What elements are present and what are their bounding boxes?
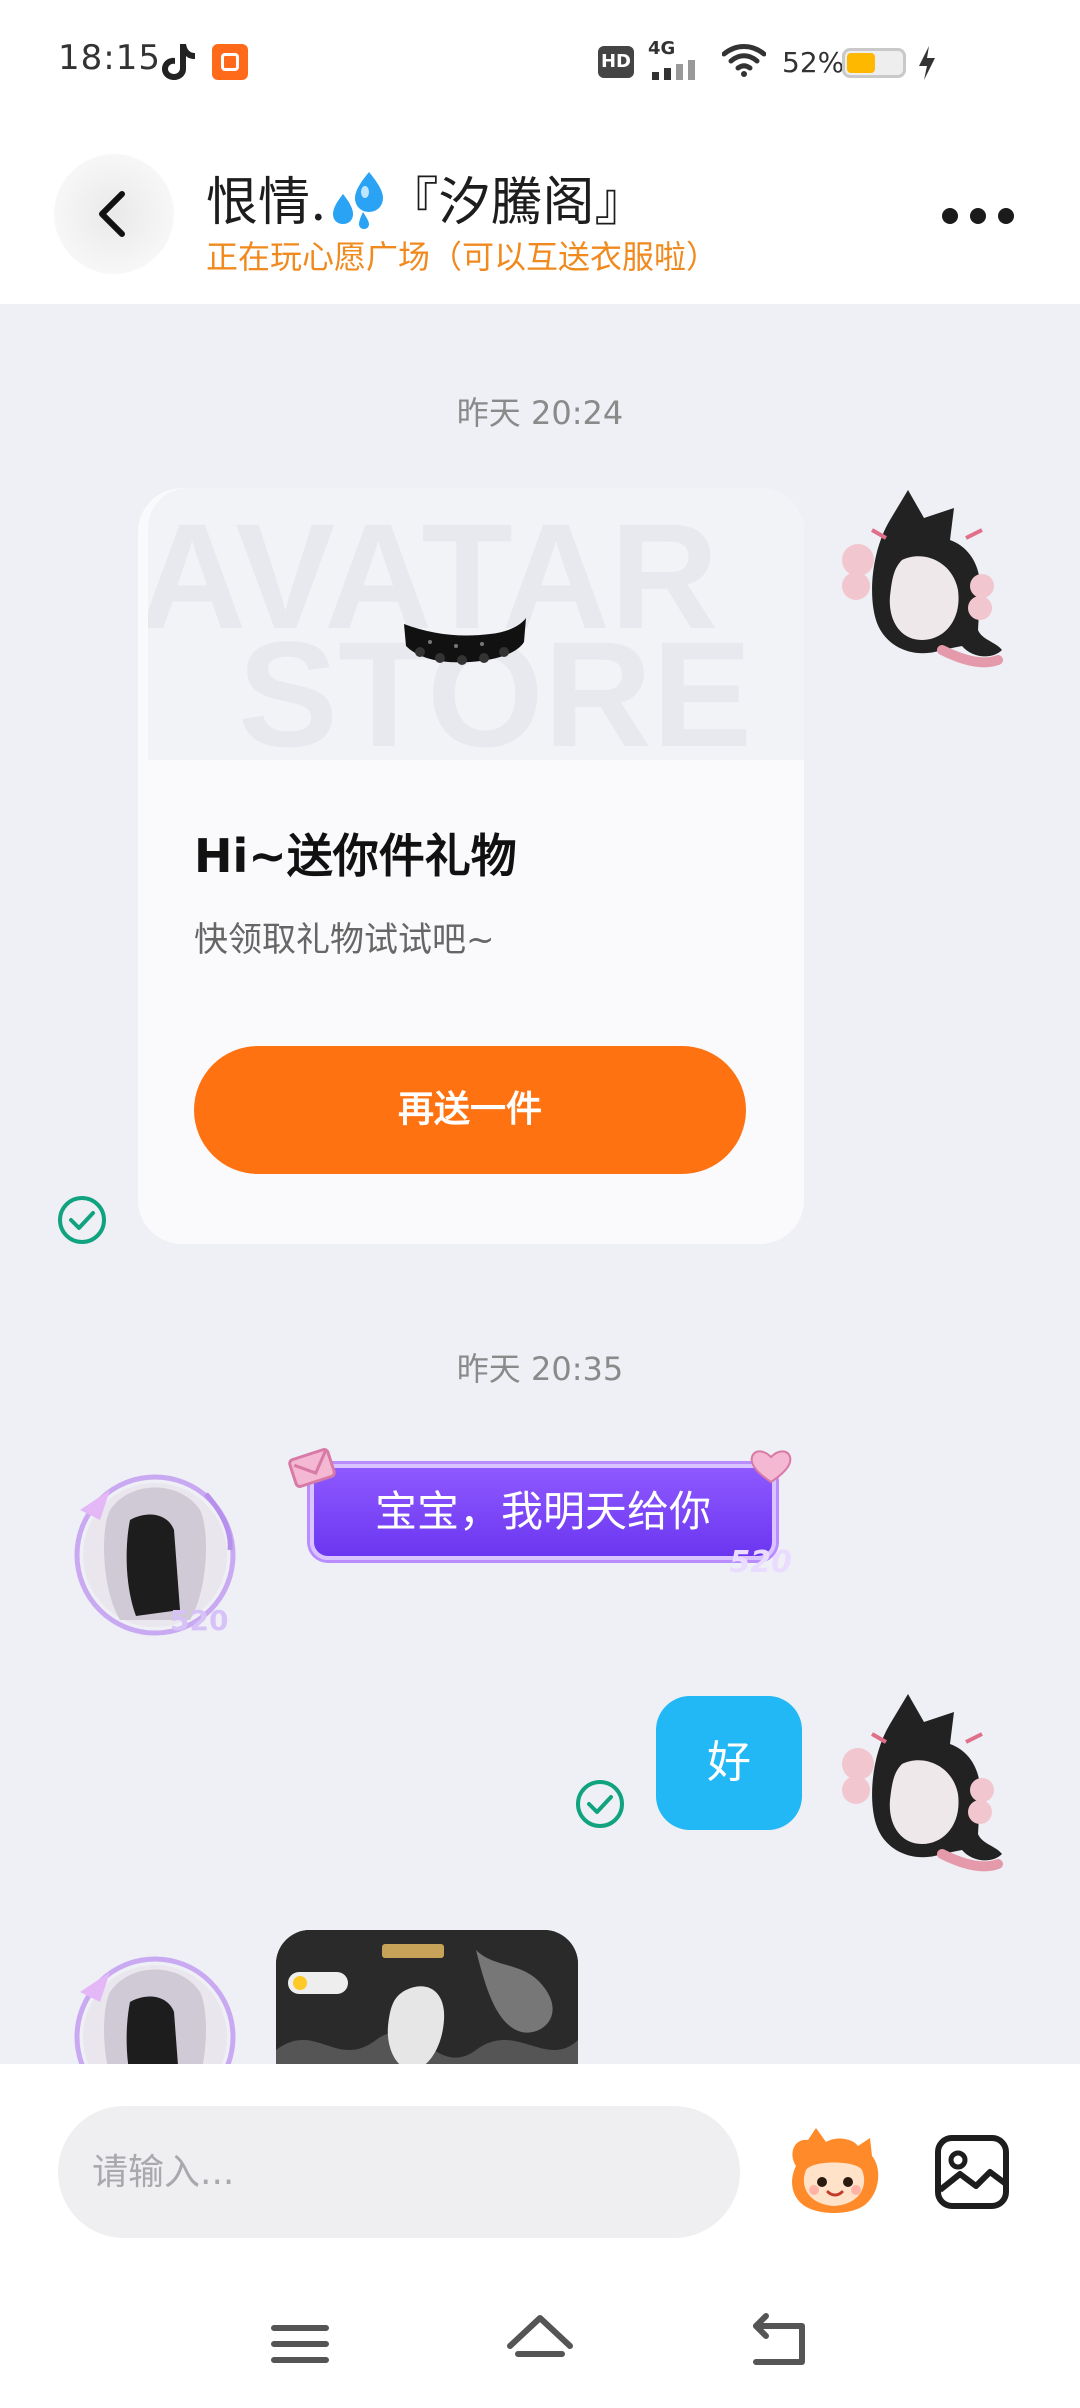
chevron-left-icon [99, 191, 125, 237]
message-input-bar [0, 2064, 1080, 2284]
envelope-decoration-icon [288, 1448, 336, 1488]
read-check-icon [576, 1780, 624, 1828]
incoming-message-text: 宝宝，我明天给你 [310, 1464, 776, 1560]
message-timestamp: 昨天 20:35 [456, 1350, 624, 1388]
signal-icon [652, 60, 695, 80]
more-dot-icon [970, 208, 986, 224]
status-bar: 18:15 HD 4G 52% [0, 0, 1080, 120]
contact-status: 正在玩心愿广场（可以互送衣服啦） [206, 238, 719, 276]
contact-avatar[interactable] [70, 1952, 240, 2064]
game-screenshot-image [276, 1930, 578, 2064]
message-list[interactable]: 昨天 20:24 AVATAR STORE Hi~送你件礼物 快领取礼物试试吧~… [0, 304, 1080, 2064]
image-message[interactable] [276, 1930, 578, 2064]
menu-icon[interactable] [260, 2304, 340, 2384]
read-check-icon [58, 1196, 106, 1244]
charging-icon [919, 46, 935, 80]
heart-decoration-icon [750, 1450, 792, 1484]
app-notification-icon [212, 44, 248, 80]
avatar-frame-tag: 520 [170, 1604, 228, 1637]
battery-icon [842, 48, 906, 78]
sweat-drops-icon [332, 172, 383, 229]
message-input[interactable] [58, 2106, 740, 2238]
more-dot-icon [942, 208, 958, 224]
self-avatar[interactable] [832, 1694, 1010, 1872]
network-type: 4G [648, 38, 676, 59]
status-time: 18:15 [58, 38, 161, 78]
emoji-sticker-button[interactable] [782, 2126, 886, 2218]
hd-icon: HD [598, 46, 634, 78]
message-timestamp: 昨天 20:24 [456, 394, 624, 432]
contact-avatar[interactable]: 520 [70, 1470, 240, 1640]
back-button[interactable] [54, 154, 174, 274]
tiktok-icon [162, 44, 195, 80]
wifi-icon [722, 44, 766, 77]
send-another-gift-button[interactable]: 再送一件 [194, 1046, 746, 1174]
back-nav-icon[interactable] [740, 2304, 820, 2384]
chat-title: 恨情. 『汐騰阁』 [206, 160, 647, 235]
home-icon[interactable] [500, 2304, 580, 2384]
battery-fill [847, 53, 875, 73]
outgoing-message[interactable]: 好 [656, 1696, 802, 1830]
lace-choker-icon [404, 618, 526, 665]
battery-percent: 52% [782, 46, 845, 79]
contact-name: 恨情. [206, 173, 327, 233]
incoming-message[interactable]: 宝宝，我明天给你 520 [284, 1444, 796, 1580]
image-picker-button[interactable] [932, 2132, 1012, 2212]
gift-banner: AVATAR STORE [148, 488, 804, 760]
contact-group-tag: 『汐騰阁』 [386, 173, 647, 233]
more-options-button[interactable] [938, 194, 1018, 234]
gift-description: 快领取礼物试试吧~ [194, 920, 495, 960]
bubble-frame-tag: 520 [729, 1545, 792, 1580]
system-navigation-bar [0, 2284, 1080, 2408]
chat-header: 恨情. 『汐騰阁』 正在玩心愿广场（可以互送衣服啦） [0, 120, 1080, 304]
self-avatar[interactable] [832, 490, 1010, 668]
more-dot-icon [998, 208, 1014, 224]
gift-title: Hi~送你件礼物 [194, 829, 517, 883]
